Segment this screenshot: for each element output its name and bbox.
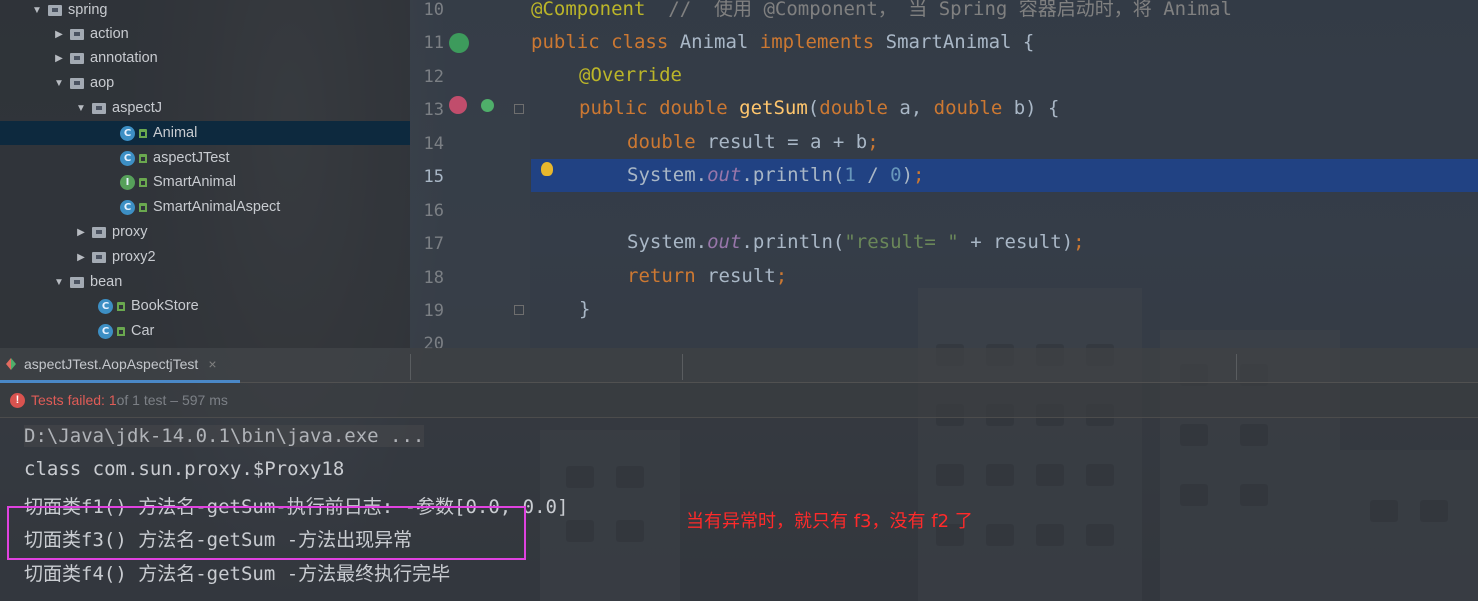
tree-item-smartanimal[interactable]: I SmartAnimal xyxy=(120,170,236,194)
folder-icon xyxy=(92,226,106,238)
tree-item-spring[interactable]: ▼ spring xyxy=(30,0,108,22)
folder-icon xyxy=(92,251,106,263)
test-status-bar: ! Tests failed: 1 of 1 test – 597 ms xyxy=(0,383,1478,418)
tree-item-label: Animal xyxy=(153,125,198,141)
code-line-17: System.out.println("result= " + result); xyxy=(627,231,1085,253)
expand-arrow-icon[interactable]: ▼ xyxy=(30,5,44,16)
collapse-arrow-icon[interactable]: ▶ xyxy=(74,227,88,238)
code-line-13: public double getSum(double a, double b)… xyxy=(579,97,1060,119)
toolbar-divider xyxy=(410,354,411,380)
tree-item-proxy[interactable]: ▶ proxy xyxy=(74,220,147,244)
method-gutter-icon[interactable] xyxy=(449,96,467,114)
tree-item-label: aspectJTest xyxy=(153,150,230,166)
test-run-icon xyxy=(6,358,16,370)
run-tab[interactable]: aspectJTest.AopAspectjTest × xyxy=(0,348,240,383)
tests-summary-text: of 1 test – 597 ms xyxy=(116,392,228,408)
tree-item-label: aspectJ xyxy=(112,100,162,116)
line-number: 12 xyxy=(423,67,444,87)
lock-icon xyxy=(139,202,147,212)
lock-icon xyxy=(139,177,147,187)
expand-arrow-icon[interactable]: ▼ xyxy=(52,277,66,288)
code-line-19: } xyxy=(579,298,591,320)
highlight-box xyxy=(7,506,526,560)
code-line-11: public class Animal implements SmartAnim… xyxy=(531,31,1035,53)
class-icon: C xyxy=(120,199,135,215)
tree-item-label: Car xyxy=(131,323,155,339)
tree-item-label: bean xyxy=(90,274,123,290)
lock-icon xyxy=(139,153,147,163)
tree-item-smartanimalaspect[interactable]: C SmartAnimalAspect xyxy=(120,195,280,219)
collapse-arrow-icon[interactable]: ▶ xyxy=(52,29,66,40)
tree-item-car[interactable]: C Car xyxy=(98,319,154,343)
annotation-note: 当有异常时，就只有 f3，没有 f2 了 xyxy=(686,511,973,532)
fold-marker-icon[interactable] xyxy=(514,104,524,114)
line-number: 18 xyxy=(423,268,444,288)
implements-gutter-icon[interactable] xyxy=(481,99,494,112)
folder-icon xyxy=(70,28,84,40)
expand-arrow-icon[interactable]: ▼ xyxy=(74,103,88,114)
class-icon: C xyxy=(120,150,135,166)
folder-icon xyxy=(92,102,106,114)
line-number-current: 15 xyxy=(423,167,444,187)
close-icon[interactable]: × xyxy=(208,356,216,372)
lock-icon xyxy=(117,326,125,336)
spring-bean-gutter-icon[interactable] xyxy=(449,33,469,53)
console-line: class com.sun.proxy.$Proxy18 xyxy=(24,458,345,480)
code-line-10: @Component // 使用 @Component， 当 Spring 容器… xyxy=(531,0,1232,20)
lightbulb-icon[interactable] xyxy=(541,162,553,176)
tree-item-bookstore[interactable]: C BookStore xyxy=(98,294,199,318)
tree-item-label: annotation xyxy=(90,50,158,66)
folder-icon xyxy=(70,52,84,64)
tree-item-label: SmartAnimal xyxy=(153,174,236,190)
interface-icon: I xyxy=(120,174,135,190)
lock-icon xyxy=(117,301,125,311)
tests-failed-text: Tests failed: 1 xyxy=(31,392,117,408)
tree-item-action[interactable]: ▶ action xyxy=(52,22,129,46)
line-number: 14 xyxy=(423,134,444,154)
toolbar-divider xyxy=(682,354,683,380)
line-number: 13 xyxy=(423,100,444,120)
tree-item-label: proxy xyxy=(112,224,148,240)
fold-marker-icon[interactable] xyxy=(514,305,524,315)
run-tab-label: aspectJTest.AopAspectjTest xyxy=(24,356,199,372)
folder-icon xyxy=(48,4,62,16)
tree-item-bean[interactable]: ▼ bean xyxy=(52,270,122,294)
tree-item-label: proxy2 xyxy=(112,249,156,265)
tree-item-aop[interactable]: ▼ aop xyxy=(52,71,114,95)
class-icon: C xyxy=(98,323,113,339)
line-number: 11 xyxy=(423,33,444,53)
folder-icon xyxy=(70,276,84,288)
line-number: 19 xyxy=(423,301,444,321)
tree-item-proxy2[interactable]: ▶ proxy2 xyxy=(74,245,156,269)
tree-item-animal[interactable]: C Animal xyxy=(0,121,410,145)
code-line-14: double result = a + b; xyxy=(627,131,879,153)
code-line-12: @Override xyxy=(579,64,682,86)
tree-item-label: action xyxy=(90,26,129,42)
tree-item-annotation[interactable]: ▶ annotation xyxy=(52,46,158,70)
run-tab-bar: aspectJTest.AopAspectjTest × xyxy=(0,348,1478,383)
tree-item-aspectjtest[interactable]: CaspectJTest xyxy=(120,146,230,170)
tree-item-label: aop xyxy=(90,75,115,91)
expand-arrow-icon[interactable]: ▼ xyxy=(52,78,66,89)
line-number: 16 xyxy=(423,201,444,221)
folder-icon xyxy=(70,77,84,89)
lock-icon xyxy=(139,128,147,138)
console-line: 切面类f4() 方法名-getSum -方法最终执行完毕 xyxy=(24,563,451,585)
collapse-arrow-icon[interactable]: ▶ xyxy=(74,252,88,263)
error-icon: ! xyxy=(10,392,25,408)
class-icon: C xyxy=(120,125,135,141)
toolbar-divider xyxy=(1236,354,1237,380)
tree-item-label: spring xyxy=(68,2,108,18)
tree-item-label: BookStore xyxy=(131,298,199,314)
project-tree: ▼ spring ▶ action ▶ annotation ▼ aop ▼ aspect… xyxy=(0,0,410,348)
console-line: D:\Java\jdk-14.0.1\bin\java.exe ... xyxy=(24,425,425,447)
collapse-arrow-icon[interactable]: ▶ xyxy=(52,53,66,64)
code-line-15: System.out.println(1 / 0); xyxy=(627,164,925,186)
tree-item-label: SmartAnimalAspect xyxy=(153,199,281,215)
class-icon: C xyxy=(98,298,113,314)
code-line-18: return result; xyxy=(627,265,788,287)
line-number: 10 xyxy=(423,0,444,20)
line-number: 17 xyxy=(423,234,444,254)
tree-item-aspectj[interactable]: ▼ aspectJ xyxy=(74,96,162,120)
